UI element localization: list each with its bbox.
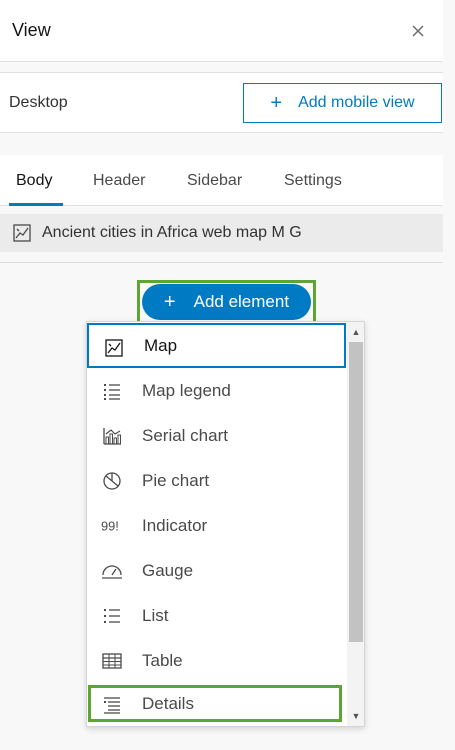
tab-settings[interactable]: Settings (284, 155, 342, 206)
plus-icon: + (270, 92, 283, 114)
divider (0, 262, 443, 263)
active-tab-indicator (9, 203, 63, 206)
scrollbar-thumb[interactable] (349, 342, 363, 642)
menu-item-label: Pie chart (142, 470, 210, 490)
pie-chart-icon (101, 470, 123, 492)
menu-item-list[interactable]: List (87, 593, 346, 638)
menu-item-label: Map legend (142, 380, 231, 400)
menu-item-serial-chart[interactable]: Serial chart (87, 413, 346, 458)
tab-body-label: Body (16, 171, 53, 189)
device-label: Desktop (9, 93, 68, 111)
device-row: Desktop + Add mobile view (0, 72, 443, 133)
menu-item-map-legend[interactable]: Map legend (87, 368, 346, 413)
add-element-button[interactable]: + Add element (142, 284, 311, 320)
menu-item-details[interactable]: Details (88, 685, 342, 722)
menu-item-label: Gauge (142, 560, 194, 580)
plus-icon: + (163, 291, 176, 313)
tab-sidebar[interactable]: Sidebar (187, 155, 242, 206)
menu-item-label: List (142, 605, 169, 625)
panel-header: View (0, 0, 443, 62)
close-icon (412, 24, 424, 37)
scroll-down-icon[interactable]: ▼ (350, 710, 362, 722)
add-mobile-view-button[interactable]: + Add mobile view (243, 83, 442, 123)
menu-item-label: Table (142, 650, 183, 670)
menu-item-label: Serial chart (142, 425, 228, 445)
close-button[interactable] (405, 18, 431, 44)
tab-header-label: Header (93, 171, 146, 189)
map-icon (13, 224, 31, 242)
menu-item-gauge[interactable]: Gauge (87, 548, 346, 593)
add-mobile-view-label: Add mobile view (298, 94, 415, 111)
serial-chart-icon (101, 425, 123, 447)
menu-item-table[interactable]: Table (87, 638, 346, 683)
list-icon (101, 605, 123, 627)
dropdown-scrollbar[interactable]: ▲ ▼ (347, 322, 364, 726)
map-legend-icon (101, 380, 123, 402)
tab-header[interactable]: Header (93, 155, 145, 206)
menu-item-label: Map (144, 335, 178, 355)
gauge-icon (101, 560, 123, 582)
panel-title: View (12, 20, 51, 40)
details-icon (101, 694, 123, 716)
body-element-label: Ancient cities in Africa web map M G (42, 224, 302, 241)
tab-body[interactable]: Body (16, 155, 52, 206)
scroll-up-icon[interactable]: ▲ (350, 326, 362, 338)
add-element-dropdown: Map Map legend Serial chart Pie chart 99… (86, 321, 365, 727)
indicator-icon: 99! (101, 515, 123, 537)
add-element-label: Add element (193, 292, 290, 311)
table-icon (101, 650, 123, 672)
body-element-map[interactable]: Ancient cities in Africa web map M G (0, 214, 443, 252)
tab-sidebar-label: Sidebar (187, 171, 243, 189)
tabs-bar: Body Header Sidebar Settings (0, 155, 443, 206)
svg-text:99!: 99! (101, 519, 119, 534)
menu-item-map[interactable]: Map (87, 323, 346, 368)
menu-item-label: Indicator (142, 515, 208, 535)
menu-item-indicator[interactable]: 99! Indicator (87, 503, 346, 548)
map-icon (103, 337, 125, 359)
menu-item-pie-chart[interactable]: Pie chart (87, 458, 346, 503)
tab-settings-label: Settings (284, 171, 342, 189)
menu-item-label: Details (142, 693, 194, 713)
